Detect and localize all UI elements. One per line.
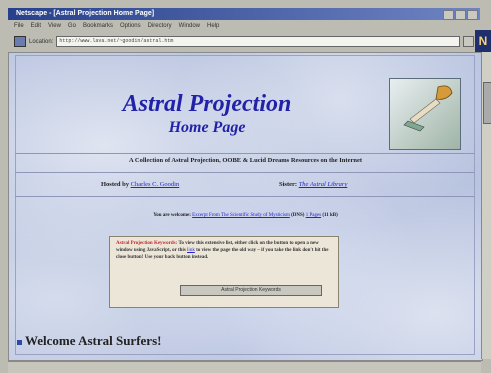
divider bbox=[15, 196, 475, 197]
keywords-box: Astral Projection Keywords: To view this… bbox=[109, 236, 339, 308]
welcome-text: Welcome Astral Surfers! bbox=[25, 333, 162, 348]
maximize-button[interactable] bbox=[455, 10, 466, 20]
menu-directory[interactable]: Directory bbox=[148, 21, 172, 32]
recommend-link-2[interactable]: 1 Pages bbox=[306, 213, 321, 218]
sister-site: Sister: The Astral Library bbox=[279, 181, 347, 188]
location-bar: Location: http://www.lava.net/~goodin/as… bbox=[8, 33, 480, 50]
recommend-prefix: You are welcome: bbox=[153, 213, 191, 218]
menu-bookmarks[interactable]: Bookmarks bbox=[83, 21, 113, 32]
hosted-label: Hosted by bbox=[101, 181, 129, 188]
keywords-title: Astral Projection Keywords: bbox=[116, 241, 178, 246]
menu-help[interactable]: Help bbox=[207, 21, 219, 32]
title-bar: Netscape - [Astral Projection Home Page] bbox=[8, 8, 480, 20]
bookmark-icon[interactable] bbox=[14, 36, 26, 47]
menu-bar: File Edit View Go Bookmarks Options Dire… bbox=[8, 21, 480, 32]
url-input[interactable]: http://www.lava.net/~goodin/astral.htm bbox=[56, 36, 461, 47]
bullet-icon bbox=[17, 339, 22, 345]
menu-options[interactable]: Options bbox=[120, 21, 141, 32]
menu-view[interactable]: View bbox=[48, 21, 61, 32]
menu-edit[interactable]: Edit bbox=[31, 21, 41, 32]
menu-go[interactable]: Go bbox=[68, 21, 76, 32]
divider bbox=[15, 153, 475, 154]
divider bbox=[15, 172, 475, 173]
recommend-mid: (DNS) bbox=[291, 213, 305, 218]
menu-window[interactable]: Window bbox=[179, 21, 200, 32]
recommend-link[interactable]: Excerpt From The Scientific Study of Mys… bbox=[192, 213, 290, 218]
sister-link[interactable]: The Astral Library bbox=[299, 181, 348, 188]
keywords-link[interactable]: link bbox=[187, 248, 195, 253]
minimize-button[interactable] bbox=[443, 10, 454, 20]
menu-file[interactable]: File bbox=[14, 21, 24, 32]
recommendation-line: You are welcome: Excerpt From The Scient… bbox=[9, 213, 482, 218]
status-bar bbox=[8, 361, 481, 373]
page-title: Astral Projection bbox=[122, 91, 292, 117]
keywords-button[interactable]: Astral Projection Keywords bbox=[180, 285, 322, 296]
astral-figure-icon bbox=[403, 85, 453, 132]
window-title: Netscape - [Astral Projection Home Page] bbox=[16, 10, 155, 17]
close-button[interactable] bbox=[467, 10, 478, 20]
site-description: A Collection of Astral Projection, OOBE … bbox=[128, 157, 363, 164]
sister-label: Sister: bbox=[279, 181, 298, 188]
page-content: Astral Projection Home Page A Collection… bbox=[8, 52, 483, 361]
location-label: Location: bbox=[29, 38, 54, 45]
url-dropdown-button[interactable] bbox=[463, 36, 475, 47]
netscape-logo-icon: N bbox=[475, 30, 491, 52]
astral-logo-image bbox=[389, 78, 461, 150]
welcome-heading: Welcome Astral Surfers! bbox=[17, 333, 161, 349]
recommend-suffix: (11 kB) bbox=[322, 213, 338, 218]
scrollbar-thumb[interactable] bbox=[483, 82, 491, 124]
hosted-by: Hosted by Charles C. Goodin bbox=[101, 181, 179, 188]
page-subtitle-heading: Home Page bbox=[168, 119, 246, 136]
host-link[interactable]: Charles C. Goodin bbox=[131, 181, 180, 188]
vertical-scrollbar[interactable] bbox=[481, 52, 491, 359]
